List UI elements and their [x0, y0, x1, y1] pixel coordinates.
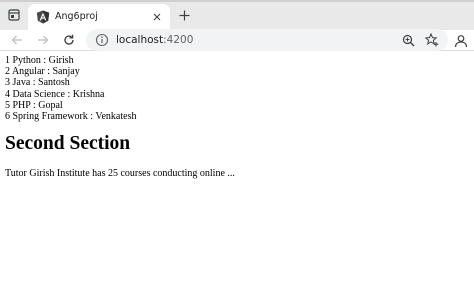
angular-logo-icon — [36, 10, 50, 24]
browser-toolbar: localhost:4200 — [0, 29, 474, 51]
list-item: 4 Data Science : Krishna — [5, 88, 105, 100]
arrow-left-icon[interactable] — [8, 31, 26, 49]
profile-icon[interactable] — [452, 32, 470, 50]
plus-icon[interactable] — [176, 7, 192, 23]
tab-active[interactable]: Ang6proj — [28, 4, 170, 30]
tab-strip: Ang6proj — [0, 0, 474, 30]
list-item: 1 Python : Girish — [5, 55, 74, 66]
browser-window: Ang6proj localhost:4200 1 Python: Giris… — [0, 0, 474, 282]
window-top-border — [0, 0, 474, 2]
reload-icon[interactable] — [60, 31, 78, 49]
arrow-right-icon[interactable] — [34, 31, 52, 49]
url-port: :4200 — [163, 34, 194, 46]
list-item: 2 Angular : Sanjay — [5, 66, 80, 78]
tab-title: Ang6proj — [55, 11, 98, 22]
zoom-icon[interactable] — [400, 32, 416, 48]
section-paragraph: Tutor Girish Institute has 25 courses co… — [5, 168, 235, 179]
list-item: 3 Java : Santosh — [5, 77, 70, 89]
url-host: localhost — [116, 34, 164, 46]
section-heading: Second Section — [5, 133, 131, 154]
list-item: 6 Spring Framework : Venkatesh — [5, 111, 137, 123]
close-icon[interactable] — [150, 10, 164, 24]
url-text: localhost:4200 — [116, 32, 193, 48]
info-icon[interactable] — [95, 33, 109, 47]
address-bar[interactable]: localhost:4200 — [86, 29, 448, 51]
star-plus-icon[interactable] — [424, 32, 440, 48]
page-content: 1 Python : Girish 2 Angular : Sanjay 3 J… — [0, 52, 474, 282]
list-item: 5 PHP : Gopal — [5, 99, 63, 111]
tab-actions-icon[interactable] — [6, 7, 22, 23]
course-list: 1 Python : Girish 2 Angular : Sanjay 3 J… — [5, 55, 136, 122]
